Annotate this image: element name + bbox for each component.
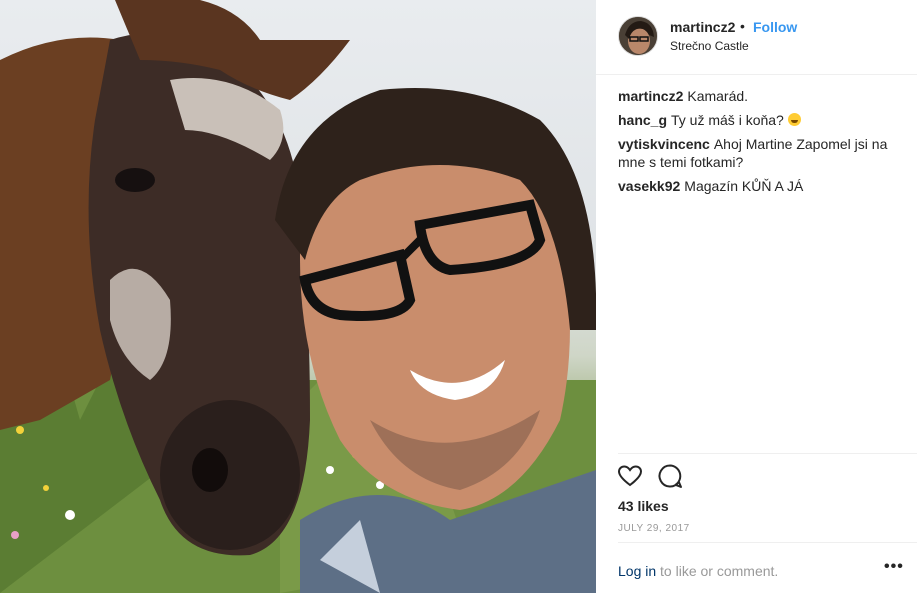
likes-count[interactable]: 43 likes [618,498,669,514]
comment-username[interactable]: vytiskvincenc [618,136,710,152]
comment-item: vytiskvincenc Ahoj Martine Zapomel jsi na… [618,135,908,171]
comments-list: martincz2 Kamarád. hanc_g Ty už máš i koňa… [618,87,908,201]
comment-text: Magazín KŮŇ A JÁ [684,178,804,194]
footer-divider [618,542,917,543]
login-prompt: Log in to like or comment. [618,563,778,579]
post-username[interactable]: martincz2 [670,19,735,35]
horse-selfie-image [0,0,596,593]
post-date[interactable]: JULY 29, 2017 [618,523,690,534]
comment-item: martincz2 Kamarád. [618,87,908,105]
comment-username[interactable]: martincz2 [618,88,683,104]
post-header: martincz2 • Follow Strečno Castle [596,0,917,75]
comment-item: vasekk92 Magazín KŮŇ A JÁ [618,177,908,195]
comment-username[interactable]: hanc_g [618,112,667,128]
actions-divider [618,453,917,454]
avatar-image [619,17,657,55]
comment-text: Kamarád. [687,88,749,104]
heart-icon[interactable] [616,462,644,490]
grinning-emoji-icon [787,113,801,126]
avatar[interactable] [618,16,658,56]
login-prompt-text: to like or comment. [656,563,779,579]
comment-bubble-icon[interactable] [656,462,684,490]
comment-item: hanc_g Ty už máš i koňa? [618,111,908,129]
comment-username[interactable]: vasekk92 [618,178,680,194]
separator-dot: • [740,18,745,34]
post-location[interactable]: Strečno Castle [670,39,749,53]
comment-text: Ty už máš i koňa? [671,112,784,128]
follow-button[interactable]: Follow [753,19,797,35]
post-sidebar: martincz2 • Follow Strečno Castle martin… [596,0,917,593]
more-options-button[interactable]: ••• [884,558,904,576]
post-photo[interactable] [0,0,596,593]
login-link[interactable]: Log in [618,563,656,579]
